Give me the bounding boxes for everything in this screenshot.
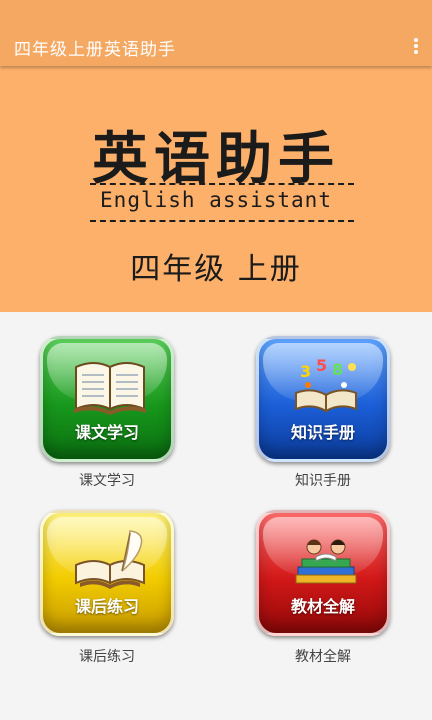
kids-reading-icon [295,539,357,584]
svg-text:5: 5 [316,356,327,375]
svg-text:3: 3 [300,362,311,381]
lesson-study-caption: 课文学习 [79,473,135,489]
more-vert-icon[interactable] [412,38,420,54]
banner-subtitle: English assistant [100,188,332,212]
tile-label: 知识手册 [290,423,355,442]
app-title: 四年级上册英语助手 [14,40,176,60]
svg-text:8: 8 [332,360,343,379]
tile-label: 课文学习 [74,423,139,442]
knowledge-handbook-button[interactable]: 3 5 8 知识手册 [256,336,390,462]
divider-top [90,183,354,185]
divider-bottom [90,220,354,222]
header-banner: 英语助手 English assistant 四年级 上册 [0,66,432,312]
book-quill-icon [75,530,145,589]
numbers-book-icon: 3 5 8 [295,356,357,413]
textbook-explained-button[interactable]: 教材全解 [256,510,390,636]
after-class-practice-caption: 课后练习 [79,649,135,665]
tile-label: 教材全解 [290,597,355,616]
lesson-study-button[interactable]: 课文学习 [40,336,174,462]
after-class-practice-button[interactable]: 课后练习 [40,510,174,636]
open-book-icon [74,362,146,415]
app-bar: 四年级上册英语助手 [0,0,432,66]
tile-label: 课后练习 [74,597,139,616]
banner-grade: 四年级 上册 [130,252,302,287]
knowledge-handbook-caption: 知识手册 [295,473,351,489]
textbook-explained-caption: 教材全解 [295,649,351,665]
